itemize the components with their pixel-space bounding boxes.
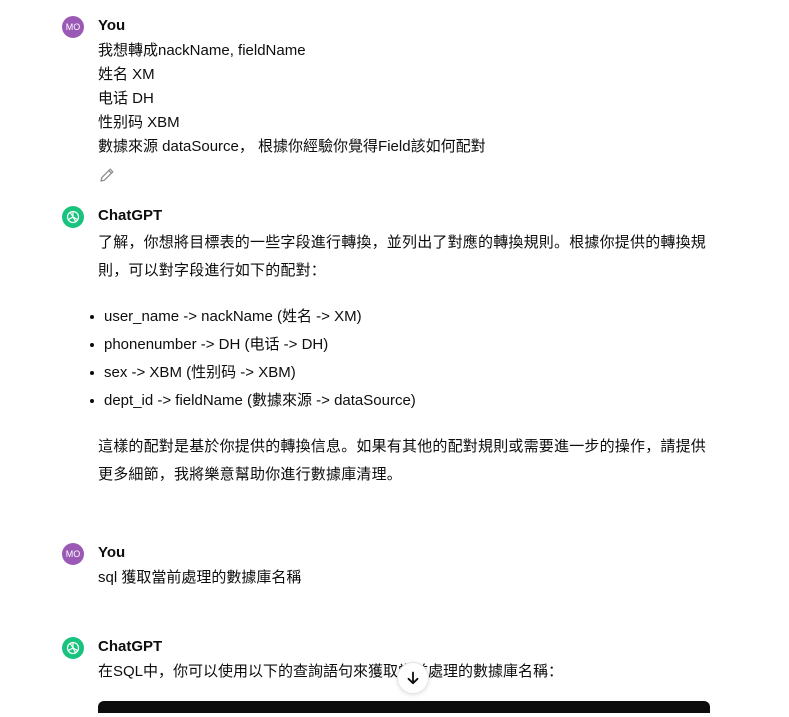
openai-logo-icon <box>66 210 80 224</box>
message-line: 姓名 XM <box>98 66 155 83</box>
author-name: ChatGPT <box>98 638 163 655</box>
scroll-to-bottom-button[interactable] <box>397 662 429 694</box>
message-line: 我想轉成nackName, fieldName <box>98 42 306 59</box>
author-name: You <box>98 17 126 34</box>
assistant-message-2: ChatGPT 在SQL中，你可以使用以下的查詢語句來獲取當前處理的數據庫名稱： <box>62 637 722 717</box>
message-paragraph: 這樣的配對是基於你提供的轉換信息。如果有其他的配對規則或需要進一步的操作，請提供… <box>98 438 707 483</box>
user-message-2: MO You sql 獲取當前處理的數據庫名稱 <box>62 543 722 593</box>
mapping-list: user_name -> nackName (姓名 -> XM) phonenu… <box>90 303 713 415</box>
message-body: 我想轉成nackName, fieldName 姓名 XM 电话 DH 性别码 … <box>98 39 718 159</box>
assistant-message-1: ChatGPT 了解，你想將目標表的一些字段進行轉換，並列出了對應的轉換規則。根… <box>62 206 722 506</box>
message-line: 电话 DH <box>98 90 154 107</box>
message-body: sql 獲取當前處理的數據庫名稱 <box>98 566 718 590</box>
message-line: 性别码 XBM <box>98 114 180 131</box>
list-item: sex -> XBM (性别码 -> XBM) <box>90 359 713 387</box>
message-line: 數據來源 dataSource， 根據你經驗你覺得Field該如何配對 <box>98 138 486 155</box>
list-item: user_name -> nackName (姓名 -> XM) <box>90 303 713 331</box>
chatgpt-avatar <box>62 206 84 228</box>
user-avatar: MO <box>62 16 84 38</box>
arrow-down-icon <box>407 671 419 685</box>
author-name: You <box>98 544 126 561</box>
chatgpt-avatar <box>62 637 84 659</box>
openai-logo-icon <box>66 641 80 655</box>
edit-pencil-icon[interactable] <box>98 166 116 184</box>
code-block[interactable] <box>98 701 710 713</box>
message-line: sql 獲取當前處理的數據庫名稱 <box>98 569 302 586</box>
message-body: 了解，你想將目標表的一些字段進行轉換，並列出了對應的轉換規則。根據你提供的轉換規… <box>90 229 713 489</box>
message-paragraph: 了解，你想將目標表的一些字段進行轉換，並列出了對應的轉換規則。根據你提供的轉換規… <box>98 234 707 279</box>
user-avatar: MO <box>62 543 84 565</box>
user-message-1: MO You 我想轉成nackName, fieldName 姓名 XM 电话 … <box>62 16 722 186</box>
list-item: dept_id -> fieldName (數據來源 -> dataSource… <box>90 387 713 415</box>
list-item: phonenumber -> DH (电话 -> DH) <box>90 331 713 359</box>
author-name: ChatGPT <box>98 207 163 224</box>
